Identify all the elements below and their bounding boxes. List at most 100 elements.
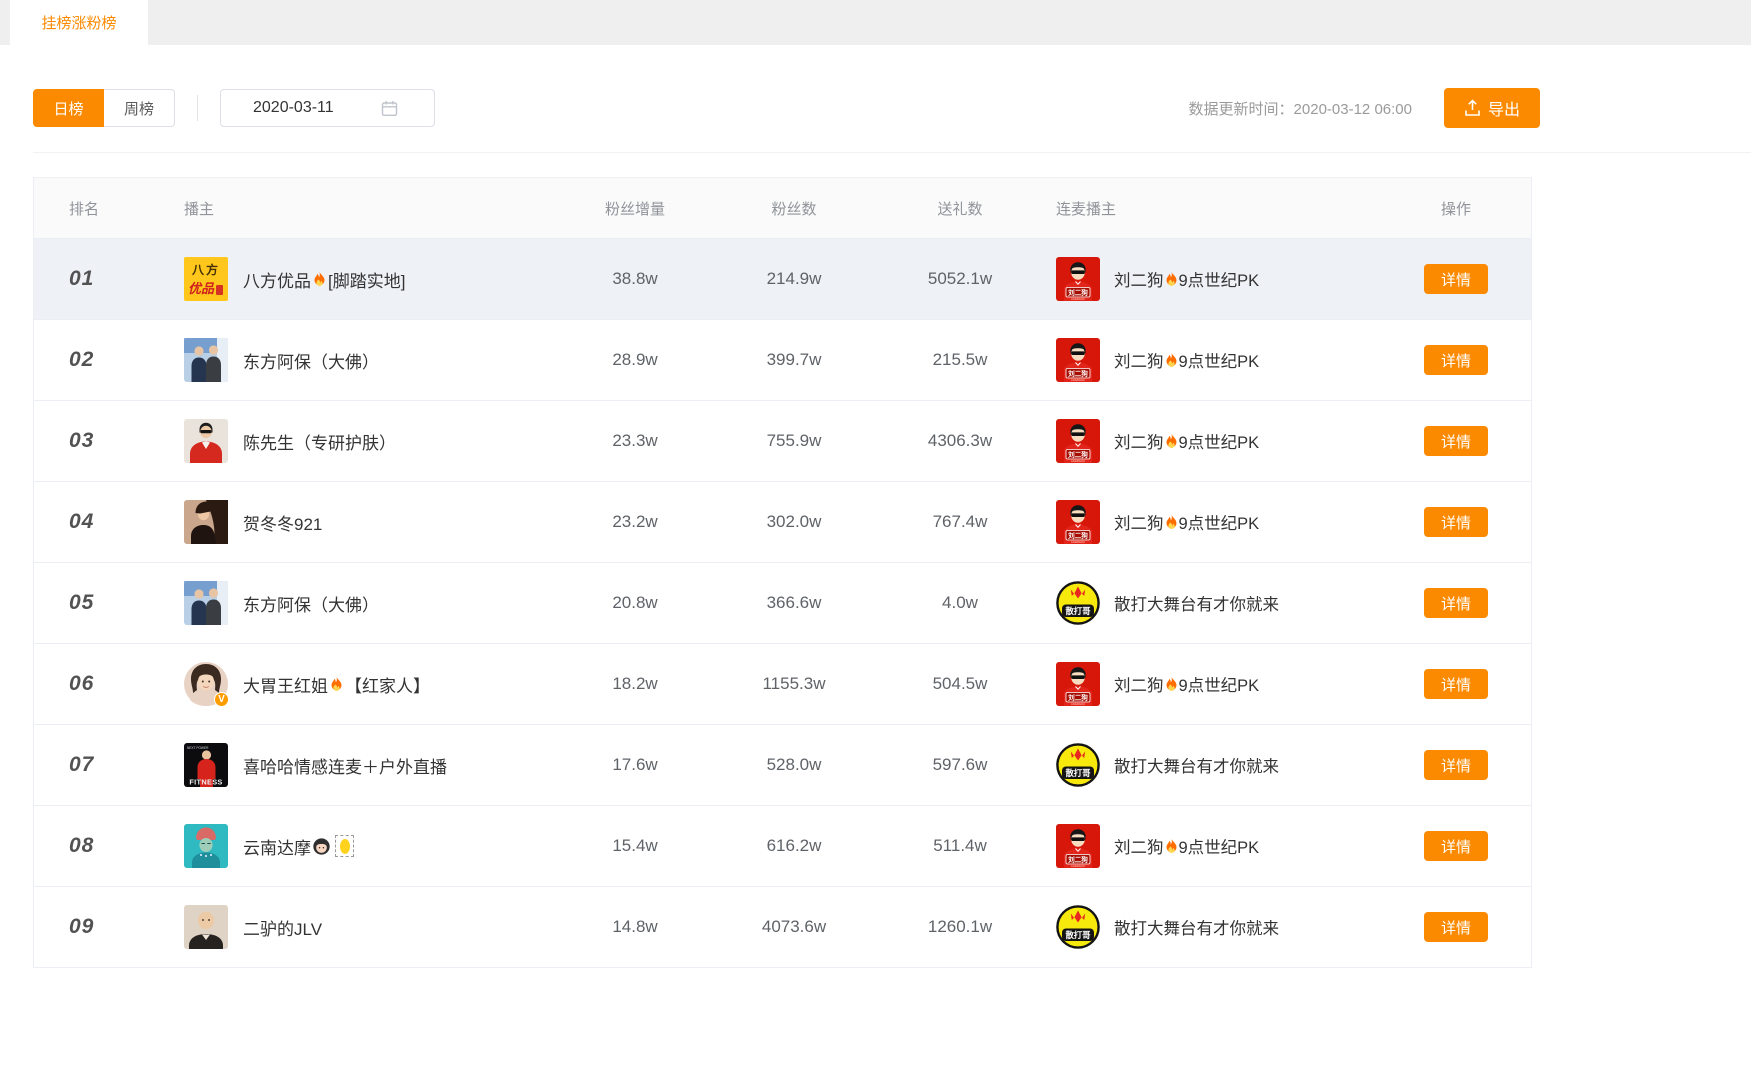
- col-fan-count: 粉丝数: [714, 198, 874, 219]
- fan-count-value: 755.9w: [767, 431, 822, 450]
- fire-icon: [1165, 433, 1178, 449]
- svg-text:刘二狗: 刘二狗: [1068, 450, 1088, 459]
- detail-button[interactable]: 详情: [1424, 588, 1488, 618]
- rank-period-toggle: 日榜 周榜: [33, 89, 175, 127]
- broadcaster-name-text: 大胃王红姐: [243, 672, 328, 697]
- rank-number: 07: [69, 753, 94, 776]
- table-row: 07 NEXT POWERFITNESS 喜哈哈情感连麦＋户外直播 17.6w …: [34, 724, 1531, 805]
- fan-count-value: 214.9w: [767, 269, 822, 288]
- detail-button[interactable]: 详情: [1424, 507, 1488, 537]
- table-row: 06 V 大胃王红姐【红家人】 18.2w 1155.3w 504.5w 刘二狗…: [34, 643, 1531, 724]
- svg-text:散打哥: 散打哥: [1065, 930, 1091, 940]
- broadcaster-avatar: [184, 581, 228, 625]
- fan-count-value: 366.6w: [767, 593, 822, 612]
- broadcaster-name-tail: [脚踏实地]: [328, 267, 405, 292]
- rank-number: 05: [69, 591, 94, 614]
- fire-icon: [330, 676, 343, 692]
- table-row: 09 二驴的JLV 14.8w 4073.6w 1260.1w 散打哥 散打大舞…: [34, 886, 1531, 967]
- col-fan-gain: 粉丝增量: [556, 198, 714, 219]
- svg-text:LIUERGOU: LIUERGOU: [1071, 378, 1085, 382]
- tab-bar: 挂榜涨粉榜: [0, 0, 1751, 45]
- broadcaster-name-tail: 【红家人】: [345, 672, 430, 697]
- fire-icon: [1165, 352, 1178, 368]
- update-time-value: 2020-03-12 06:00: [1294, 101, 1412, 118]
- broadcaster-avatar: V: [184, 662, 228, 706]
- broadcaster-name: 大胃王红姐【红家人】: [243, 672, 430, 697]
- fire-icon: [1165, 676, 1178, 692]
- col-action: 操作: [1381, 198, 1531, 219]
- table-row: 02 东方阿保（大佛） 28.9w 399.7w 215.5w 刘二狗LIUER…: [34, 319, 1531, 400]
- detail-button[interactable]: 详情: [1424, 345, 1488, 375]
- date-input[interactable]: [221, 99, 379, 117]
- pk-broadcaster-avatar: 散打哥: [1056, 743, 1100, 787]
- pk-name-text: 刘二狗: [1114, 267, 1164, 291]
- broadcaster-avatar: [184, 824, 228, 868]
- fire-icon: [1165, 352, 1178, 368]
- svg-text:FITNESS: FITNESS: [189, 778, 222, 787]
- pk-name-tail: 9点世纪PK: [1179, 348, 1260, 372]
- pk-broadcaster-name: 刘二狗9点世纪PK: [1114, 267, 1259, 291]
- pk-broadcaster-avatar: 刘二狗LIUERGOU: [1056, 419, 1100, 463]
- svg-text:八方: 八方: [191, 262, 220, 277]
- broadcaster-name-text: 云南达摩: [243, 834, 311, 859]
- fire-icon: [1165, 838, 1178, 854]
- table-header: 排名 播主 粉丝增量 粉丝数 送礼数 连麦播主 操作: [34, 178, 1531, 238]
- pk-name-text: 散打大舞台有才你就来: [1114, 915, 1279, 939]
- detail-button[interactable]: 详情: [1424, 912, 1488, 942]
- rank-number: 03: [69, 429, 94, 452]
- detail-button[interactable]: 详情: [1424, 669, 1488, 699]
- pk-broadcaster-avatar: 散打哥: [1056, 905, 1100, 949]
- broadcaster-name: 陈先生（专研护肤）: [243, 429, 396, 454]
- fire-icon: [1165, 271, 1178, 287]
- pk-broadcaster-name: 刘二狗9点世纪PK: [1114, 348, 1259, 372]
- fire-icon: [1165, 271, 1178, 287]
- gift-count-value: 767.4w: [933, 512, 988, 531]
- broadcaster-name: 喜哈哈情感连麦＋户外直播: [243, 753, 447, 778]
- tab-guabang-zhangfenbang[interactable]: 挂榜涨粉榜: [10, 0, 148, 45]
- gift-count-value: 1260.1w: [928, 917, 992, 936]
- rank-number: 02: [69, 348, 94, 371]
- daily-rank-button[interactable]: 日榜: [33, 89, 104, 127]
- gift-count-value: 597.6w: [933, 755, 988, 774]
- broadcaster-name: 八方优品 [脚踏实地]: [243, 267, 405, 292]
- broadcaster-avatar: NEXT POWERFITNESS: [184, 743, 228, 787]
- col-broadcaster: 播主: [184, 198, 556, 219]
- pk-broadcaster-name: 散打大舞台有才你就来: [1114, 915, 1279, 939]
- export-button[interactable]: 导出: [1444, 88, 1540, 128]
- svg-text:LIUERGOU: LIUERGOU: [1071, 702, 1085, 706]
- fan-count-value: 399.7w: [767, 350, 822, 369]
- table-row: 08 云南达摩 15.4w 616.2w 511.4w 刘二狗LIUERGOU …: [34, 805, 1531, 886]
- rank-number: 04: [69, 510, 94, 533]
- woman-emoji-icon: [313, 838, 330, 855]
- broadcaster-name-text: 八方优品: [243, 267, 311, 292]
- date-picker[interactable]: [220, 89, 435, 127]
- rank-number: 08: [69, 834, 94, 857]
- broadcaster-name: 贺冬冬921: [243, 510, 322, 535]
- export-label: 导出: [1488, 96, 1520, 120]
- fire-icon: [1165, 838, 1178, 854]
- pk-broadcaster-avatar: 刘二狗LIUERGOU: [1056, 824, 1100, 868]
- svg-text:LIUERGOU: LIUERGOU: [1071, 864, 1085, 868]
- detail-button[interactable]: 详情: [1424, 264, 1488, 294]
- pk-name-text: 刘二狗: [1114, 672, 1164, 696]
- svg-text:刘二狗: 刘二狗: [1068, 369, 1088, 378]
- ranking-table: 排名 播主 粉丝增量 粉丝数 送礼数 连麦播主 操作 01 八方优品 八方优品[…: [33, 177, 1532, 968]
- weekly-rank-button[interactable]: 周榜: [104, 89, 175, 127]
- detail-button[interactable]: 详情: [1424, 831, 1488, 861]
- pk-broadcaster-avatar: 刘二狗LIUERGOU: [1056, 500, 1100, 544]
- fire-icon: [1165, 433, 1178, 449]
- table-row: 01 八方优品 八方优品[脚踏实地] 38.8w 214.9w 5052.1w …: [34, 238, 1531, 319]
- fan-gain-value: 15.4w: [612, 836, 657, 855]
- detail-button[interactable]: 详情: [1424, 750, 1488, 780]
- fan-gain-value: 17.6w: [612, 755, 657, 774]
- pk-broadcaster-name: 散打大舞台有才你就来: [1114, 591, 1279, 615]
- detail-button[interactable]: 详情: [1424, 426, 1488, 456]
- vertical-divider: [197, 95, 198, 121]
- toolbar: 日榜 周榜 数据更新时间：2020-03-12 06:00: [33, 88, 1540, 128]
- missing-emoji-placeholder: [335, 835, 354, 857]
- broadcaster-name: 东方阿保（大佛）: [243, 348, 379, 373]
- gift-count-value: 5052.1w: [928, 269, 992, 288]
- pk-name-tail: 9点世纪PK: [1179, 510, 1260, 534]
- pk-broadcaster-name: 刘二狗9点世纪PK: [1114, 429, 1259, 453]
- svg-text:刘二狗: 刘二狗: [1068, 693, 1088, 702]
